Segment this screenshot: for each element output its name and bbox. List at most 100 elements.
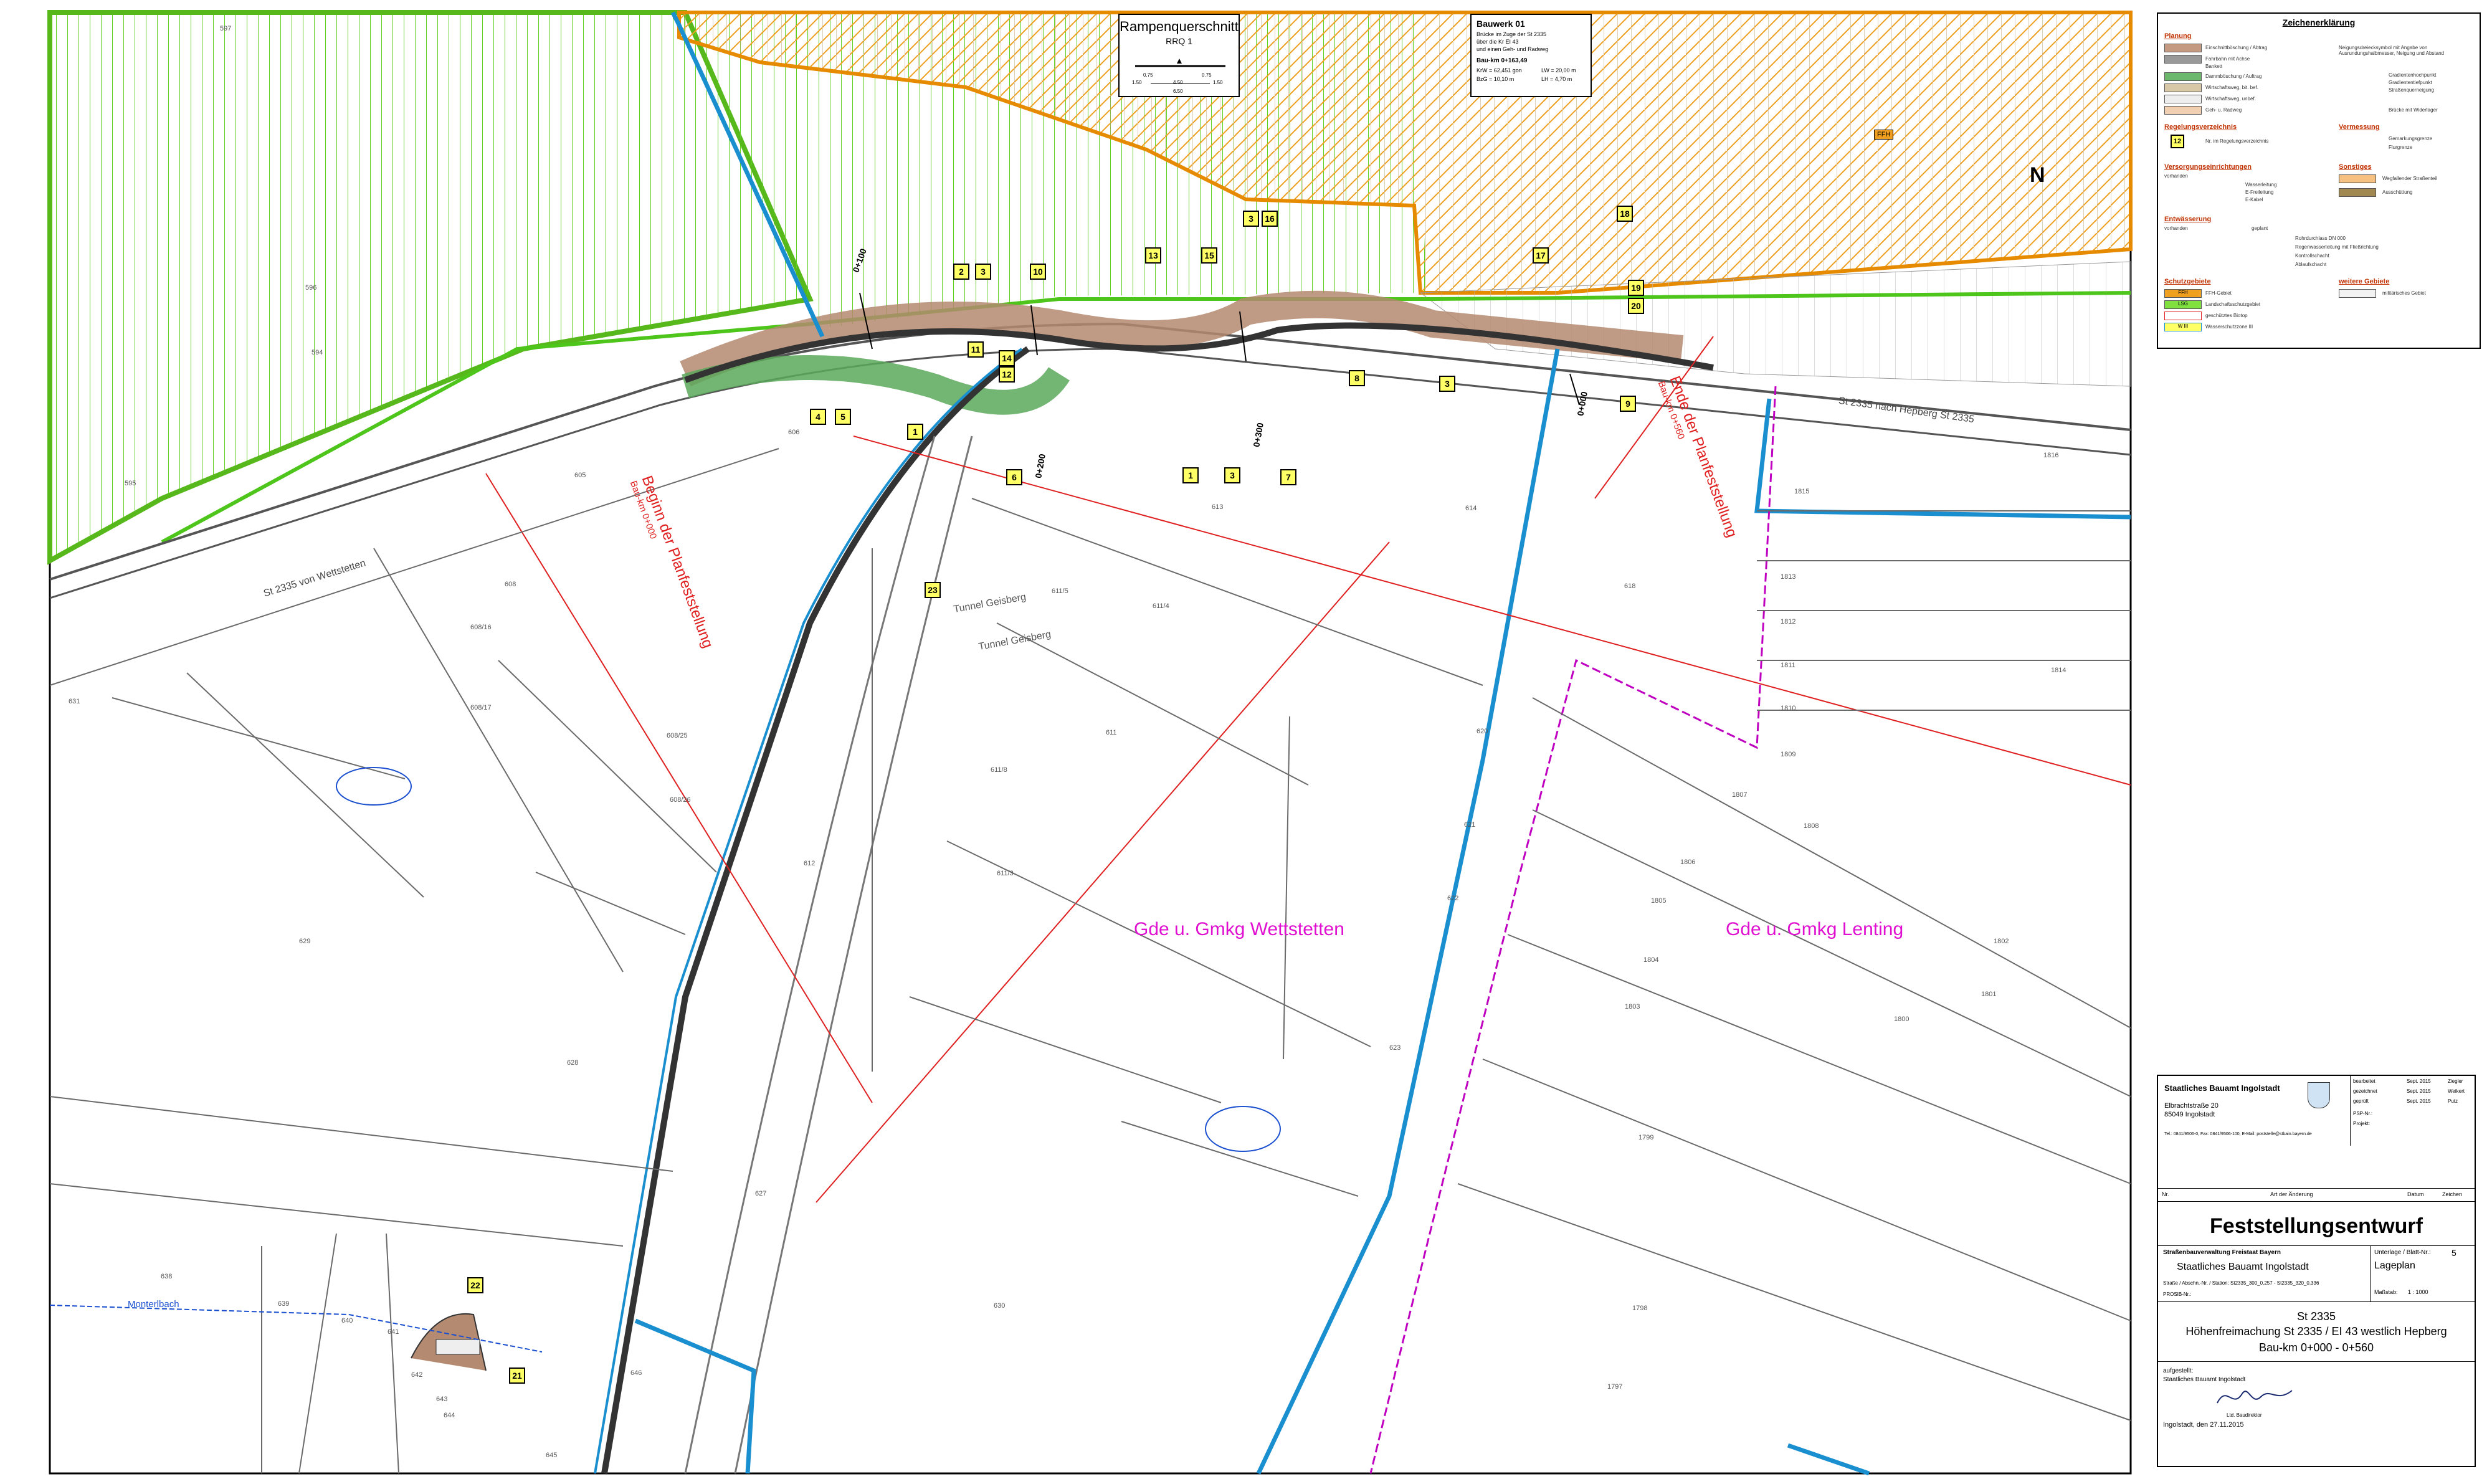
marker-16: 16 xyxy=(1262,211,1278,227)
legend-item-rohrdurchlass: Rohrdurchlass DN 000 xyxy=(2295,235,2346,241)
legend-swatch-cut xyxy=(2164,44,2202,52)
stream-label: Monterlbach xyxy=(128,1299,179,1310)
parcel-612: 612 xyxy=(804,860,816,867)
ramp-dim-6: 6.50 xyxy=(1173,88,1183,94)
parcel-1798: 1798 xyxy=(1632,1305,1648,1312)
ramp-dim-2: 4.50 xyxy=(1173,80,1183,85)
tb-signature xyxy=(2217,1390,2293,1404)
marker-11: 11 xyxy=(968,341,984,358)
structure-km: Bau-km 0+163,49 xyxy=(1477,57,1528,64)
north-arrow: N xyxy=(2030,163,2045,187)
tb-bearbeitet-date: Sept. 2015 xyxy=(2407,1078,2431,1084)
parcel-643: 643 xyxy=(436,1396,448,1403)
legend-item-low-point: Gradiententiefpunkt xyxy=(2389,80,2432,85)
tb-unterlage-label: Unterlage / Blatt-Nr.: xyxy=(2374,1249,2431,1256)
parcel-1806: 1806 xyxy=(1680,859,1696,866)
parcel-640: 640 xyxy=(341,1317,353,1325)
parcel-608-26: 608/26 xyxy=(670,796,691,804)
ramp-cross-section-subtitle: RRQ 1 xyxy=(1166,36,1192,46)
marker-21: 21 xyxy=(509,1367,525,1384)
tb-bearbeitet-label: bearbeitet xyxy=(2353,1078,2375,1084)
parcel-614: 614 xyxy=(1465,505,1477,512)
legend-item-ausschuettung: Ausschüttung xyxy=(2382,189,2413,195)
structure-desc-2: über die Kr EI 43 xyxy=(1477,39,1519,45)
parcel-646: 646 xyxy=(630,1369,642,1377)
legend-versorgung-sub: vorhanden xyxy=(2164,173,2188,179)
ramp-cross-section-box: Rampenquerschnitt RRQ 1 0.75 4.50 0.75 1… xyxy=(1118,14,1240,97)
marker-8: 8 xyxy=(1349,370,1365,386)
tb-contact: Tel.: 0841/9506-0, Fax: 0841/9506-100, E… xyxy=(2164,1132,2312,1136)
parcel-639: 639 xyxy=(278,1300,290,1308)
tb-massstab-value: 1 : 1000 xyxy=(2408,1289,2428,1295)
legend-item-ablaufschacht: Ablaufschacht xyxy=(2295,262,2327,267)
legend-section-vermessung: Vermessung xyxy=(2339,123,2380,131)
parcel-611-3: 611/3 xyxy=(997,870,1014,877)
tb-place-date: Ingolstadt, den 27.11.2015 xyxy=(2163,1421,2244,1429)
tb-authority: Staatliches Bauamt Ingolstadt xyxy=(2164,1083,2280,1093)
legend-item-gemarkungsgrenze: Gemarkungsgrenze xyxy=(2389,136,2433,141)
parcel-645: 645 xyxy=(546,1452,558,1459)
tb-gezeichnet-label: gezeichnet xyxy=(2353,1088,2377,1094)
parcel-1811: 1811 xyxy=(1781,662,1795,669)
ramp-dim-3: 0.75 xyxy=(1202,72,1212,78)
parcel-595: 595 xyxy=(125,480,136,487)
marker-1: 1 xyxy=(907,424,923,440)
tb-change-header-row: Nr. Art der Änderung Datum Zeichen xyxy=(2158,1188,2475,1202)
parcel-630: 630 xyxy=(994,1302,1006,1310)
tb-signoff-table: bearbeitet Sept. 2015 Ziegler gezeichnet… xyxy=(2350,1076,2476,1146)
tb-signer: Ltd. Baudirektor xyxy=(2227,1412,2262,1418)
parcel-1810: 1810 xyxy=(1781,705,1796,712)
legend-item-ffh: FFH-Gebiet xyxy=(2205,290,2232,296)
tb-address-2: 85049 Ingolstadt xyxy=(2164,1111,2215,1118)
title-block: Staatliches Bauamt Ingolstadt Elbrachtst… xyxy=(2157,1075,2476,1467)
legend-swatch-roadway xyxy=(2164,55,2202,64)
tb-unterlage-title: Lageplan xyxy=(2374,1260,2415,1271)
parcel-1813: 1813 xyxy=(1781,573,1796,581)
parcel-1815: 1815 xyxy=(1794,488,1810,495)
parcel-641: 641 xyxy=(388,1328,399,1336)
ramp-dim-4: 1.50 xyxy=(1132,80,1142,85)
tb-gezeichnet-date: Sept. 2015 xyxy=(2407,1088,2431,1094)
legend-swatch-ausschuettung xyxy=(2339,188,2376,197)
legend-item-regenwasser: Regenwasserleitung mit Fließrichtung xyxy=(2295,244,2379,250)
parcel-594: 594 xyxy=(312,349,323,356)
parcel-622: 622 xyxy=(1447,895,1459,902)
legend-section-versorgung: Versorgungseinrichtungen xyxy=(2164,163,2252,171)
legend-item-cycleway: Geh- u. Radweg xyxy=(2205,107,2242,113)
parcel-1801: 1801 xyxy=(1981,991,1997,998)
parcel-620: 620 xyxy=(1477,728,1488,735)
marker-7: 7 xyxy=(1280,469,1296,485)
tb-prosib: PROSIB-Nr.: xyxy=(2163,1291,2192,1297)
municipality-label-wettstetten: Gde u. Gmkg Wettstetten xyxy=(1134,919,1344,939)
legend-entw-planned: geplant xyxy=(2252,226,2268,231)
tb-unterlage-nr: 5 xyxy=(2452,1248,2456,1258)
tb-strasse: Straße / Abschn.-Nr. / Station: St2335_3… xyxy=(2163,1280,2319,1286)
legend-item-bridge: Brücke mit Widerlager xyxy=(2389,107,2438,113)
marker-1b: 1 xyxy=(1182,467,1199,483)
legend-regelung-marker: 12 xyxy=(2171,135,2184,148)
legend-swatch-cycleway xyxy=(2164,106,2202,115)
tb-project-title: Höhenfreimachung St 2335 / EI 43 westlic… xyxy=(2185,1325,2447,1338)
parcel-608: 608 xyxy=(505,581,516,588)
parcel-605: 605 xyxy=(574,472,586,479)
legend-item-slope-triangle: Neigungsdreiecksymbol mit Angabe von Aus… xyxy=(2339,45,2445,56)
legend-swatch-ffh: FFH xyxy=(2164,289,2202,298)
tb-project-km: Bau-km 0+000 - 0+560 xyxy=(2258,1341,2374,1354)
tb-divider-3 xyxy=(2158,1361,2475,1362)
parcel-644: 644 xyxy=(444,1412,455,1419)
parcel-608-25: 608/25 xyxy=(667,732,688,740)
legend-panel: Zeichenerklärung Planung Einschnittbösch… xyxy=(2157,12,2481,349)
parcel-628: 628 xyxy=(567,1059,579,1067)
parcel-638: 638 xyxy=(161,1273,173,1280)
legend-item-regelung: Nr. im Regelungsverzeichnis xyxy=(2205,138,2269,144)
tb-change-sign: Zeichen xyxy=(2442,1191,2463,1197)
parcel-1809: 1809 xyxy=(1781,751,1796,758)
legend-section-schutzgebiete: Schutzgebiete xyxy=(2164,278,2211,285)
parcel-627: 627 xyxy=(755,1190,767,1197)
legend-item-fill: Dammböschung / Auftrag xyxy=(2205,74,2262,79)
parcel-1812: 1812 xyxy=(1781,618,1796,625)
marker-23: 23 xyxy=(925,582,941,598)
marker-9: 9 xyxy=(1620,396,1636,412)
stream-structure-building xyxy=(435,1339,480,1355)
parcel-1808: 1808 xyxy=(1804,822,1819,830)
